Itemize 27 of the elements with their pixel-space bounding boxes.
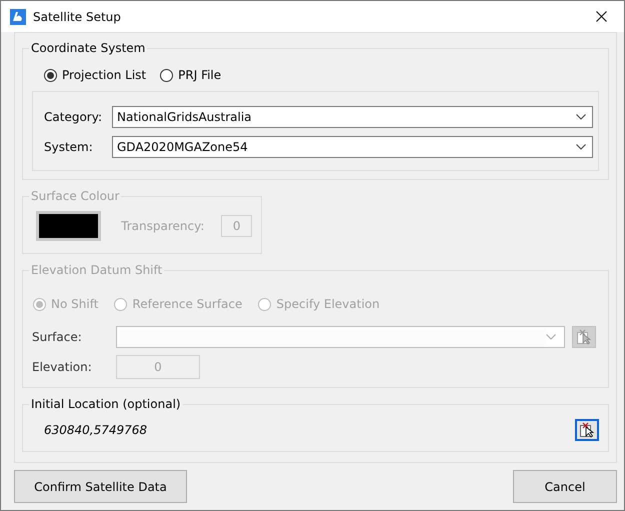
app-logo-icon <box>10 8 26 24</box>
pick-button[interactable] <box>575 419 599 441</box>
dialog-button[interactable]: Cancel <box>513 470 617 503</box>
transparency-label: Transparency: <box>121 219 204 233</box>
radio-button[interactable] <box>44 68 57 82</box>
close-icon <box>596 11 606 22</box>
location-value: 630840,5749768 <box>44 423 148 437</box>
radio-option[interactable]: Projection List <box>44 68 146 82</box>
dialog-button[interactable]: Confirm Satellite Data <box>14 470 187 503</box>
pick-point-icon <box>576 329 592 345</box>
group-title: Surface Colour <box>30 189 120 203</box>
group-title: Coordinate System <box>30 41 146 55</box>
dropdown[interactable]: NationalGridsAustralia <box>112 106 593 128</box>
radio-button[interactable] <box>160 68 174 82</box>
radio-label: No Shift <box>51 297 98 311</box>
radio-option[interactable]: PRJ File <box>160 68 222 82</box>
field-label: Elevation: <box>32 360 93 374</box>
window-title: Satellite Setup <box>33 10 122 24</box>
group-title: Elevation Datum Shift <box>30 263 164 277</box>
dropdown[interactable]: GDA2020MGAZone54 <box>112 136 593 158</box>
radio-label: Projection List <box>62 68 146 82</box>
pick-point-icon <box>579 422 595 438</box>
group-title: Initial Location (optional) <box>30 397 182 411</box>
field-label: Surface: <box>32 330 83 344</box>
field-label: Category: <box>44 110 103 124</box>
radio-label: PRJ File <box>178 68 222 82</box>
field-label: System: <box>44 140 94 154</box>
